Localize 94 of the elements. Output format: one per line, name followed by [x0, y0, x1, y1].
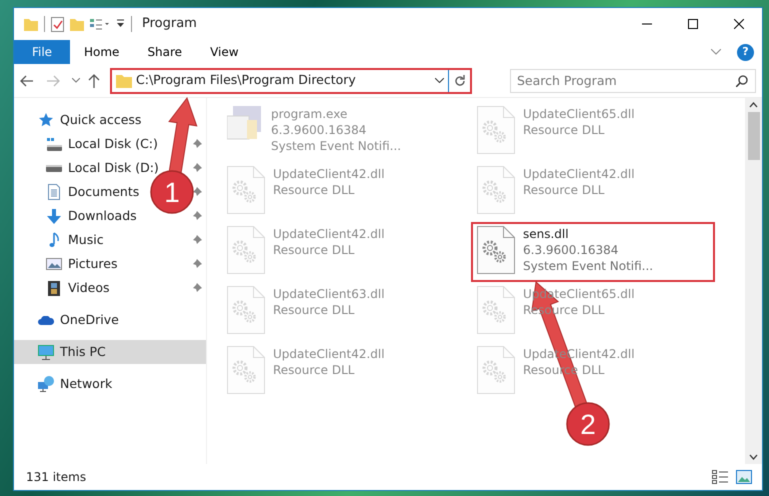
- large-icons-view-icon[interactable]: [736, 470, 752, 484]
- minimize-icon: [642, 23, 652, 25]
- scrollbar-thumb[interactable]: [748, 112, 760, 160]
- file-detail: Resource DLL: [273, 242, 354, 258]
- file-name[interactable]: UpdateClient42.dll: [273, 226, 385, 242]
- scroll-up-icon[interactable]: [749, 102, 758, 108]
- ribbon-tab[interactable]: Home: [70, 40, 134, 64]
- gear-file-icon: [227, 286, 265, 334]
- cloud-icon: [38, 316, 54, 324]
- expand-ribbon-icon[interactable]: [711, 49, 721, 55]
- file-detail: System Event Notifi...: [523, 258, 654, 274]
- gear-file-icon: [477, 346, 515, 394]
- sidebar-item[interactable]: Videos: [68, 278, 110, 298]
- gear-file-icon: [477, 226, 515, 274]
- sidebar-item[interactable]: This PC: [60, 342, 106, 362]
- refresh-icon: [454, 74, 466, 86]
- details-icon[interactable]: [90, 18, 110, 30]
- film-icon: [48, 280, 60, 296]
- folder-icon: [116, 74, 132, 88]
- gear-file-icon: [227, 166, 265, 214]
- gear-file-icon: [477, 106, 515, 154]
- file-name[interactable]: UpdateClient63.dll: [273, 286, 385, 302]
- sidebar-item[interactable]: Documents: [68, 182, 140, 202]
- maximize-icon: [688, 19, 698, 29]
- file-item[interactable]: sens.dll 6.3.9600.16384 System Event Notifi...: [473, 224, 713, 280]
- ribbon-tab[interactable]: View: [196, 40, 253, 64]
- address-bar[interactable]: C:\Program Files\Program Directory: [110, 68, 472, 94]
- file-detail: Resource DLL: [273, 362, 354, 378]
- file-item[interactable]: UpdateClient42.dll Resource DLL: [223, 344, 463, 400]
- file-detail: Resource DLL: [523, 122, 604, 138]
- file-item[interactable]: UpdateClient42.dll Resource DLL: [473, 164, 713, 220]
- file-item[interactable]: program.exe 6.3.9600.16384 System Event Notifi...: [223, 104, 463, 160]
- pin-icon[interactable]: [192, 187, 202, 198]
- caret-icon[interactable]: [72, 78, 80, 83]
- pin-icon[interactable]: [192, 211, 202, 222]
- monitor-icon: [38, 344, 54, 360]
- help-icon[interactable]: ?: [737, 44, 754, 60]
- window-title: Program: [142, 15, 197, 34]
- picture-icon: [46, 258, 62, 270]
- application-icon: [227, 106, 263, 140]
- file-detail: System Event Notifi...: [271, 138, 402, 154]
- network-icon: [38, 376, 54, 392]
- down-arrow-icon: [47, 208, 61, 224]
- file-detail: 6.3.9600.16384: [523, 242, 618, 258]
- drive-icon: [46, 164, 62, 172]
- pin-icon[interactable]: [192, 259, 202, 270]
- sidebar-item[interactable]: Pictures: [68, 254, 118, 274]
- back-arrow-icon[interactable]: [20, 74, 34, 86]
- file-name[interactable]: UpdateClient42.dll: [523, 166, 635, 182]
- scroll-down-icon[interactable]: [749, 454, 758, 460]
- search-field[interactable]: Search Program: [510, 68, 756, 92]
- dropdown-caret-icon[interactable]: [435, 78, 444, 83]
- file-name[interactable]: sens.dll: [523, 226, 569, 242]
- up-arrow-icon[interactable]: [88, 74, 100, 88]
- customize-caret-icon[interactable]: [116, 19, 125, 29]
- sidebar-item[interactable]: Downloads: [68, 206, 137, 226]
- file-detail: Resource DLL: [273, 182, 354, 198]
- file-name[interactable]: UpdateClient65.dll: [523, 106, 635, 122]
- sidebar-item[interactable]: Local Disk (C:): [68, 134, 158, 154]
- file-item[interactable]: UpdateClient65.dll Resource DLL: [473, 104, 713, 160]
- file-name[interactable]: UpdateClient42.dll: [273, 166, 385, 182]
- document-icon: [48, 184, 60, 200]
- file-detail: Resource DLL: [523, 182, 604, 198]
- drive-icon: [46, 138, 62, 150]
- file-detail: Resource DLL: [273, 302, 354, 318]
- file-detail: 6.3.9600.16384: [271, 122, 366, 138]
- scrollbar[interactable]: [745, 98, 762, 464]
- music-note-icon: [49, 232, 59, 248]
- sidebar-item[interactable]: Quick access: [60, 110, 142, 130]
- pin-icon[interactable]: [192, 139, 202, 150]
- file-item[interactable]: UpdateClient42.dll Resource DLL: [223, 224, 463, 280]
- close-icon: [734, 19, 744, 29]
- item-count: 131 items: [26, 469, 86, 486]
- file-menu-tab[interactable]: File: [14, 40, 70, 64]
- gear-file-icon: [477, 286, 515, 334]
- sidebar-item[interactable]: Network: [60, 374, 112, 394]
- sidebar-item[interactable]: OneDrive: [60, 310, 119, 330]
- ribbon-tab[interactable]: Share: [133, 40, 196, 64]
- star-icon: [38, 112, 54, 128]
- file-item[interactable]: UpdateClient63.dll Resource DLL: [223, 284, 463, 340]
- gear-file-icon: [477, 166, 515, 214]
- file-item[interactable]: UpdateClient42.dll Resource DLL: [223, 164, 463, 220]
- sidebar-item[interactable]: Music: [68, 230, 104, 250]
- file-name[interactable]: UpdateClient42.dll: [273, 346, 385, 362]
- details-view-icon[interactable]: [712, 470, 728, 484]
- gear-file-icon: [227, 226, 265, 274]
- file-name[interactable]: program.exe: [271, 106, 348, 122]
- gear-file-icon: [227, 346, 265, 394]
- pin-icon[interactable]: [192, 283, 202, 294]
- pin-icon[interactable]: [192, 235, 202, 246]
- search-icon[interactable]: [736, 74, 748, 86]
- pin-icon[interactable]: [192, 163, 202, 174]
- properties-icon[interactable]: [51, 16, 64, 32]
- step-marker: 2: [566, 402, 610, 446]
